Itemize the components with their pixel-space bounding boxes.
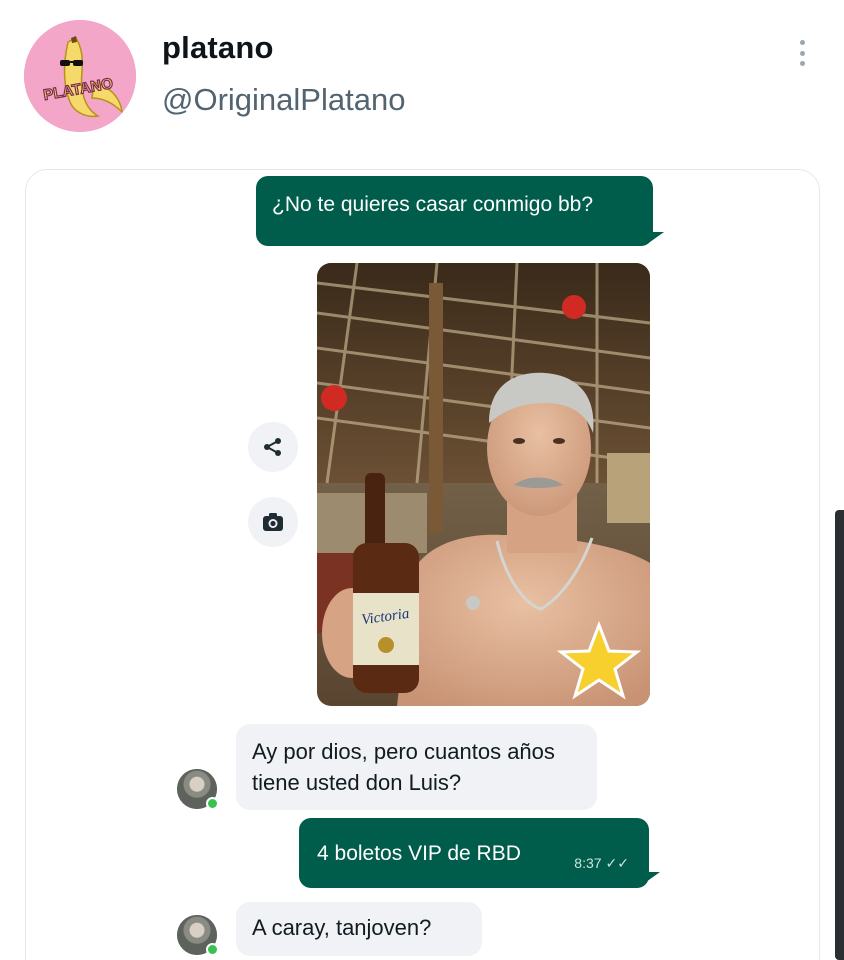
message-text: Ay por dios, pero cuantos años tiene ust… <box>252 739 555 795</box>
camera-button[interactable] <box>248 497 298 547</box>
platano-logo: PLATANO <box>24 20 136 132</box>
message-meta: 8:37 ✓✓ <box>574 854 629 872</box>
camera-icon <box>263 513 283 531</box>
online-status-dot <box>206 943 219 956</box>
online-status-dot <box>206 797 219 810</box>
tweet-media-card[interactable]: ¿No te quieres casar conmigo bb? Victori… <box>25 169 820 960</box>
incoming-message-bubble: Ay por dios, pero cuantos años tiene ust… <box>236 724 597 810</box>
display-name[interactable]: platano <box>162 30 274 66</box>
user-handle[interactable]: @OriginalPlatano <box>162 82 405 118</box>
outgoing-message-bubble: ¿No te quieres casar conmigo bb? <box>256 176 664 246</box>
message-text: ¿No te quieres casar conmigo bb? <box>272 193 593 216</box>
contact-avatar[interactable] <box>177 915 219 956</box>
scrollbar[interactable] <box>835 510 844 960</box>
message-text: 4 boletos VIP de RBD <box>317 842 521 865</box>
profile-avatar[interactable]: PLATANO <box>24 20 136 132</box>
contact-avatar[interactable] <box>177 769 219 810</box>
message-time: 8:37 <box>574 854 602 871</box>
double-check-icon: ✓✓ <box>605 854 629 871</box>
incoming-message-bubble: A caray, tanjoven? <box>236 902 482 956</box>
shared-photo[interactable]: Victoria <box>317 263 650 706</box>
share-button[interactable] <box>248 422 298 472</box>
message-text: A caray, tanjoven? <box>252 915 432 940</box>
more-vertical-icon[interactable] <box>790 36 814 70</box>
outgoing-message-bubble: 4 boletos VIP de RBD 8:37 ✓✓ <box>299 818 660 888</box>
photo-image: Victoria <box>317 263 650 706</box>
share-icon <box>264 438 281 456</box>
